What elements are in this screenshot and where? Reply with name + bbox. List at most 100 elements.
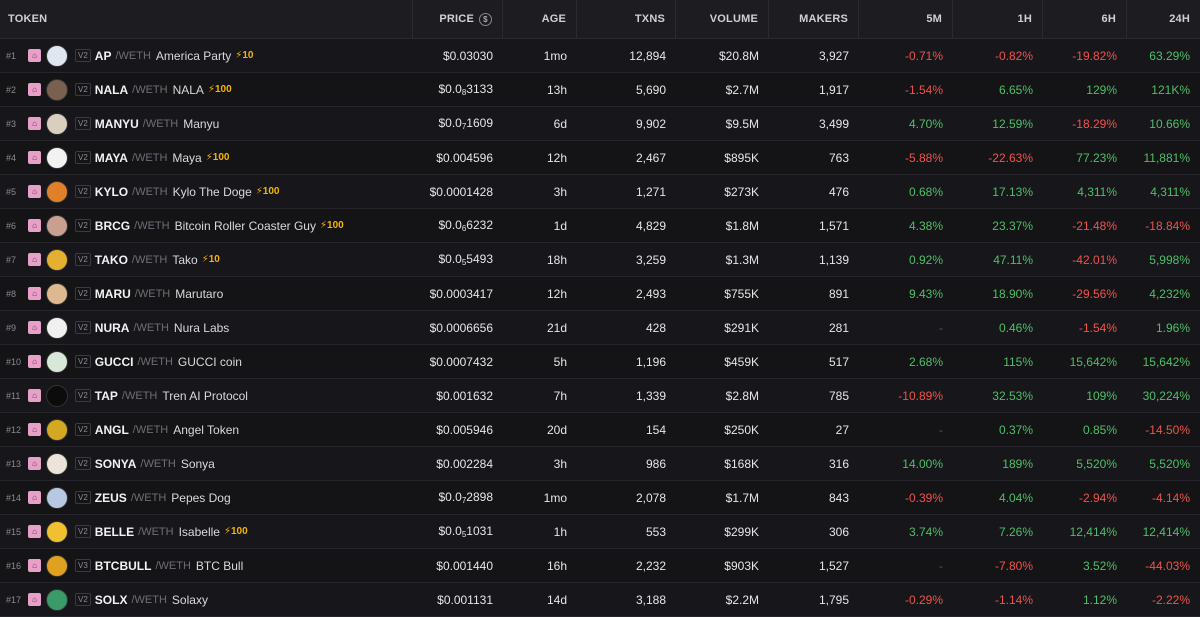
token-cell[interactable]: #4 ⌂ V2 MAYA /WETH Maya ⚡100 — [0, 146, 413, 169]
price-base: $0.0 — [438, 490, 462, 504]
token-cell[interactable]: #10 ⌂ V2 GUCCI /WETH GUCCI coin — [0, 350, 413, 373]
rank: #12 — [6, 424, 22, 435]
chain-icon: ⌂ — [28, 117, 41, 130]
price-cell: $0.03030 — [413, 49, 503, 63]
col-age[interactable]: AGE — [503, 0, 577, 38]
table-row[interactable]: #12 ⌂ V2 ANGL /WETH Angel Token $0.00594… — [0, 413, 1200, 447]
table-row[interactable]: #10 ⌂ V2 GUCCI /WETH GUCCI coin $0.00074… — [0, 345, 1200, 379]
change-1h-cell: 115% — [1003, 354, 1033, 369]
col-1h[interactable]: 1H — [953, 0, 1043, 38]
age-cell: 1mo — [543, 490, 567, 505]
boost-count: 100 — [262, 186, 280, 197]
col-makers[interactable]: MAKERS — [769, 0, 859, 38]
table-row[interactable]: #15 ⌂ V2 BELLE /WETH Isabelle ⚡100 $0.05… — [0, 515, 1200, 549]
token-symbol: NURA — [94, 320, 130, 335]
makers-cell: 316 — [828, 456, 849, 471]
change-6h-cell: 15,642% — [1069, 354, 1117, 369]
quote-symbol: /WETH — [130, 491, 167, 504]
volume-cell: $168K — [724, 456, 759, 471]
change-6h-cell: 1.12% — [1082, 592, 1117, 607]
col-24h[interactable]: 24H — [1127, 0, 1200, 38]
volume-cell: $299K — [724, 524, 759, 539]
change-6h-cell: 12,414% — [1069, 524, 1117, 539]
quote-symbol-text: WETH — [135, 423, 169, 436]
token-cell[interactable]: #9 ⌂ V2 NURA /WETH Nura Labs — [0, 316, 413, 339]
token-cell[interactable]: #2 ⌂ V2 NALA /WETH NALA ⚡100 — [0, 78, 413, 101]
token-cell[interactable]: #13 ⌂ V2 SONYA /WETH Sonya — [0, 452, 413, 475]
table-row[interactable]: #1 ⌂ V2 AP /WETH America Party ⚡10 $0.03… — [0, 39, 1200, 73]
token-cell[interactable]: #12 ⌂ V2 ANGL /WETH Angel Token — [0, 418, 413, 441]
table-row[interactable]: #2 ⌂ V2 NALA /WETH NALA ⚡100 $0.083133 1… — [0, 73, 1200, 107]
pool-version-badge: V2 — [75, 287, 91, 300]
token-logo-icon — [46, 588, 68, 611]
col-token[interactable]: TOKEN — [0, 0, 413, 38]
txns-cell: 3,188 — [635, 592, 666, 607]
token-symbol: BTCBULL — [94, 558, 152, 573]
chain-icon: ⌂ — [28, 253, 41, 266]
price-cell: $0.001632 — [413, 389, 503, 403]
change-24h-cell: 63.29% — [1149, 48, 1190, 63]
token-cell[interactable]: #14 ⌂ V2 ZEUS /WETH Pepes Dog — [0, 486, 413, 509]
token-cell[interactable]: #1 ⌂ V2 AP /WETH America Party ⚡10 — [0, 44, 413, 67]
rank: #2 — [6, 84, 17, 95]
txns-cell: 9,902 — [635, 116, 666, 131]
table-row[interactable]: #4 ⌂ V2 MAYA /WETH Maya ⚡100 $0.004596 1… — [0, 141, 1200, 175]
pool-version-badge: V2 — [75, 491, 91, 504]
price-cell: $0.0001428 — [413, 185, 503, 199]
table-row[interactable]: #16 ⌂ V3 BTCBULL /WETH BTC Bull $0.00144… — [0, 549, 1200, 583]
token-cell[interactable]: #8 ⌂ V2 MARU /WETH Marutaro — [0, 282, 413, 305]
price-cell: $0.004596 — [413, 151, 503, 165]
token-cell[interactable]: #5 ⌂ V2 KYLO /WETH Kylo The Doge ⚡100 — [0, 180, 413, 203]
token-logo-icon — [46, 180, 68, 203]
token-cell[interactable]: #6 ⌂ V2 BRCG /WETH Bitcoin Roller Coaste… — [0, 214, 413, 237]
col-txns[interactable]: TXNS — [577, 0, 676, 38]
volume-cell: $9.5M — [725, 116, 759, 131]
token-cell[interactable]: #17 ⌂ V2 SOLX /WETH Solaxy — [0, 588, 413, 611]
boost-badge: ⚡100 — [206, 152, 230, 163]
quote-symbol: /WETH — [131, 253, 168, 266]
volume-cell: $1.7M — [725, 490, 759, 505]
col-5m[interactable]: 5M — [859, 0, 953, 38]
price-cell: $0.072898 — [413, 490, 503, 505]
token-logo-icon — [46, 418, 68, 441]
table-row[interactable]: #11 ⌂ V2 TAP /WETH Tren AI Protocol $0.0… — [0, 379, 1200, 413]
currency-toggle-icon[interactable]: $ — [479, 12, 492, 26]
table-row[interactable]: #6 ⌂ V2 BRCG /WETH Bitcoin Roller Coaste… — [0, 209, 1200, 243]
quote-symbol-text: WETH — [118, 49, 151, 62]
price-cell: $0.051031 — [413, 524, 503, 539]
table-row[interactable]: #14 ⌂ V2 ZEUS /WETH Pepes Dog $0.072898 … — [0, 481, 1200, 515]
table-row[interactable]: #9 ⌂ V2 NURA /WETH Nura Labs $0.0006656 … — [0, 311, 1200, 345]
makers-cell: 3,499 — [818, 116, 849, 131]
change-5m-cell: - — [939, 422, 943, 437]
token-name: Bitcoin Roller Coaster Guy — [174, 218, 316, 233]
table-row[interactable]: #3 ⌂ V2 MANYU /WETH Manyu $0.071609 6d 9… — [0, 107, 1200, 141]
token-cell[interactable]: #7 ⌂ V2 TAKO /WETH Tako ⚡10 — [0, 248, 413, 271]
price-cell: $0.005946 — [413, 423, 503, 437]
change-6h-cell: -29.56% — [1072, 286, 1117, 301]
table-row[interactable]: #7 ⌂ V2 TAKO /WETH Tako ⚡10 $0.055493 18… — [0, 243, 1200, 277]
table-row[interactable]: #5 ⌂ V2 KYLO /WETH Kylo The Doge ⚡100 $0… — [0, 175, 1200, 209]
change-5m-cell: 2.68% — [908, 354, 943, 369]
age-cell: 1d — [553, 218, 567, 233]
makers-cell: 27 — [835, 422, 849, 437]
token-logo-icon — [46, 316, 68, 339]
quote-symbol: /WETH — [132, 423, 169, 436]
token-cell[interactable]: #3 ⌂ V2 MANYU /WETH Manyu — [0, 112, 413, 135]
table-row[interactable]: #17 ⌂ V2 SOLX /WETH Solaxy $0.001131 14d… — [0, 583, 1200, 617]
token-cell[interactable]: #15 ⌂ V2 BELLE /WETH Isabelle ⚡100 — [0, 520, 413, 543]
change-6h-cell: -42.01% — [1072, 252, 1117, 267]
token-cell[interactable]: #16 ⌂ V3 BTCBULL /WETH BTC Bull — [0, 554, 413, 577]
table-row[interactable]: #13 ⌂ V2 SONYA /WETH Sonya $0.002284 3h … — [0, 447, 1200, 481]
token-name: Angel Token — [173, 422, 240, 437]
col-6h[interactable]: 6H — [1043, 0, 1127, 38]
token-cell[interactable]: #11 ⌂ V2 TAP /WETH Tren AI Protocol — [0, 384, 413, 407]
price-base: $0.0 — [438, 82, 462, 96]
col-volume[interactable]: VOLUME — [676, 0, 769, 38]
price-cell: $0.083133 — [413, 82, 503, 97]
price-tail: 2898 — [466, 490, 493, 504]
txns-cell: 428 — [645, 320, 666, 335]
table-row[interactable]: #8 ⌂ V2 MARU /WETH Marutaro $0.0003417 1… — [0, 277, 1200, 311]
price-value: $0.0001428 — [429, 184, 493, 199]
col-price[interactable]: PRICE $ — [413, 0, 503, 38]
rank: #10 — [6, 356, 22, 367]
